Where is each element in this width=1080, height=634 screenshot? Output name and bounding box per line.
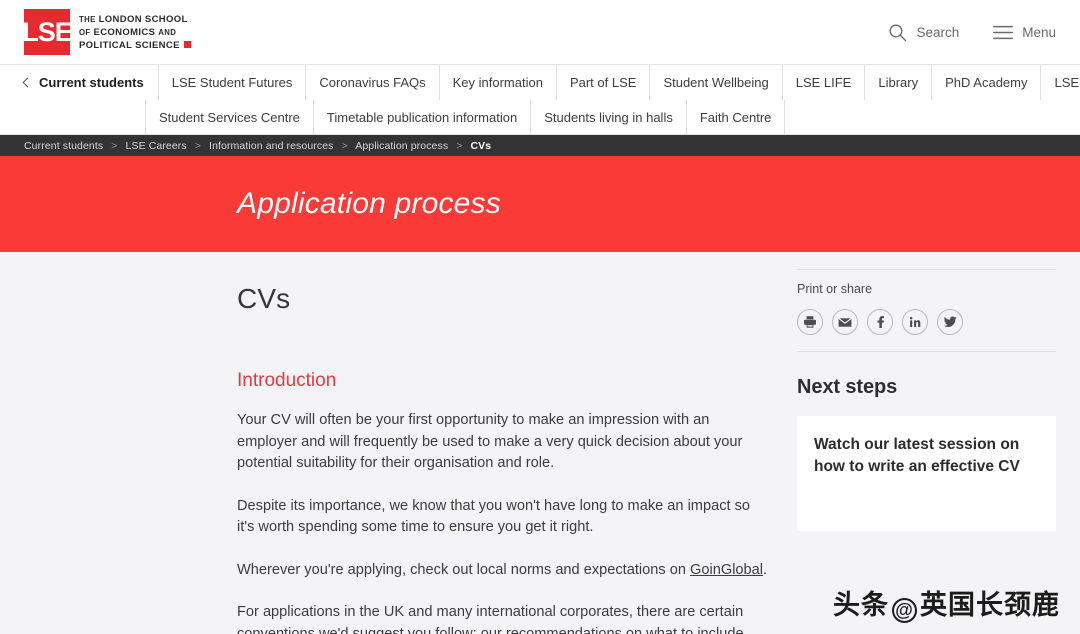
logo-line2-and: AND	[158, 27, 177, 37]
nav-item-students-living-in-halls[interactable]: Students living in halls	[530, 100, 686, 134]
nav-back-current-students[interactable]: Current students	[22, 65, 158, 100]
breadcrumb-separator: >	[456, 139, 463, 152]
nav-item-key-information[interactable]: Key information	[438, 65, 556, 100]
page-banner: Application process	[0, 156, 1080, 252]
nav-item-lse-careers[interactable]: LSE Careers	[1040, 65, 1080, 100]
paragraph-3: Wherever you're applying, check out loca…	[237, 560, 770, 582]
nav-item-library[interactable]: Library	[864, 65, 931, 100]
logo-line2-small: OF	[79, 27, 91, 37]
header-actions: Search Menu	[888, 0, 1056, 65]
nav-item-lse-life[interactable]: LSE LIFE	[781, 65, 865, 100]
page-banner-title: Application process	[237, 187, 501, 220]
section-heading-introduction: Introduction	[237, 370, 337, 391]
nav-item-part-of-lse[interactable]: Part of LSE	[555, 65, 649, 100]
next-steps-heading: Next steps	[797, 376, 898, 398]
paragraph-2: Despite its importance, we know that you…	[237, 497, 751, 536]
goinglobal-link[interactable]: GoinGlobal	[690, 562, 763, 578]
site-header: LSE THE LONDON SCHOOL OF ECONOMICS AND P…	[0, 0, 1080, 65]
logo-line1-small: THE	[79, 14, 96, 24]
nav-item-student-services-centre[interactable]: Student Services Centre	[145, 100, 313, 134]
nav-row-secondary: Student Services Centre Timetable public…	[24, 100, 1056, 134]
lse-logo-mark: LSE	[22, 9, 73, 55]
breadcrumb-item-application-process[interactable]: Application process	[355, 140, 448, 152]
page-title: CVs	[237, 283, 291, 314]
breadcrumb-item-lse-careers[interactable]: LSE Careers	[126, 140, 187, 152]
print-icon[interactable]	[797, 309, 823, 335]
sidebar: Print or share Next steps Watch our late…	[797, 252, 1056, 628]
paragraph-3-prefix: Wherever you're applying, check out loca…	[237, 561, 691, 578]
primary-navigation: Current students LSE Student Futures Cor…	[0, 65, 1080, 135]
lse-logo[interactable]: LSE THE LONDON SCHOOL OF ECONOMICS AND P…	[22, 9, 191, 55]
nav-item-phd-academy[interactable]: PhD Academy	[931, 65, 1040, 100]
promo-card[interactable]: Watch our latest session on how to write…	[797, 416, 1056, 531]
breadcrumb-separator: >	[341, 139, 348, 152]
nav-item-lse-student-futures[interactable]: LSE Student Futures	[157, 65, 306, 100]
logo-red-square-icon	[183, 40, 191, 48]
linkedin-icon[interactable]	[902, 309, 928, 335]
menu-label: Menu	[1022, 25, 1056, 40]
logo-line2: ECONOMICS	[93, 26, 156, 38]
nav-item-faith-centre[interactable]: Faith Centre	[685, 100, 786, 134]
chevron-left-icon	[22, 77, 33, 87]
search-label: Search	[916, 25, 960, 40]
twitter-icon[interactable]	[937, 309, 963, 335]
page-body: CVs Introduction Your CV will often be y…	[0, 252, 1080, 634]
hamburger-menu-icon	[993, 25, 1014, 40]
email-icon[interactable]	[832, 309, 858, 335]
breadcrumb-separator: >	[111, 139, 118, 152]
breadcrumb-separator: >	[194, 139, 202, 152]
nav-item-timetable-publication-information[interactable]: Timetable publication information	[312, 100, 530, 134]
paragraph-3-suffix: .	[763, 561, 768, 578]
lse-logo-wordmark: THE LONDON SCHOOL OF ECONOMICS AND POLIT…	[79, 13, 191, 52]
logo-line3: POLITICAL SCIENCE	[79, 39, 180, 51]
main-content: CVs Introduction Your CV will often be y…	[237, 252, 770, 634]
search-icon	[888, 23, 907, 42]
sidebar-divider-top	[797, 269, 1056, 270]
nav-back-label: Current students	[39, 75, 144, 90]
lse-logo-mark-text: LSE	[22, 16, 73, 47]
paragraph-1: Your CV will often be your first opportu…	[237, 412, 743, 471]
nav-item-student-wellbeing[interactable]: Student Wellbeing	[649, 65, 781, 100]
search-button[interactable]: Search	[888, 23, 959, 42]
facebook-icon[interactable]	[867, 309, 893, 335]
paragraph-4: For applications in the UK and many inte…	[237, 604, 748, 634]
share-buttons	[797, 309, 1056, 352]
nav-item-coronavirus-faqs[interactable]: Coronavirus FAQs	[305, 65, 438, 100]
print-or-share-label: Print or share	[797, 282, 873, 296]
promo-card-title: Watch our latest session on how to write…	[814, 436, 1020, 475]
breadcrumb-item-information-and-resources[interactable]: Information and resources	[209, 140, 333, 152]
breadcrumb-item-cvs: CVs	[470, 139, 492, 152]
menu-button[interactable]: Menu	[993, 25, 1056, 40]
breadcrumb: Current students > LSE Careers > Informa…	[24, 140, 491, 152]
breadcrumb-item-current-students[interactable]: Current students	[24, 140, 103, 152]
logo-line1: LONDON SCHOOL	[98, 13, 188, 25]
breadcrumb-bar: Current students > LSE Careers > Informa…	[0, 135, 1080, 156]
nav-row-primary: Current students LSE Student Futures Cor…	[22, 65, 1080, 100]
